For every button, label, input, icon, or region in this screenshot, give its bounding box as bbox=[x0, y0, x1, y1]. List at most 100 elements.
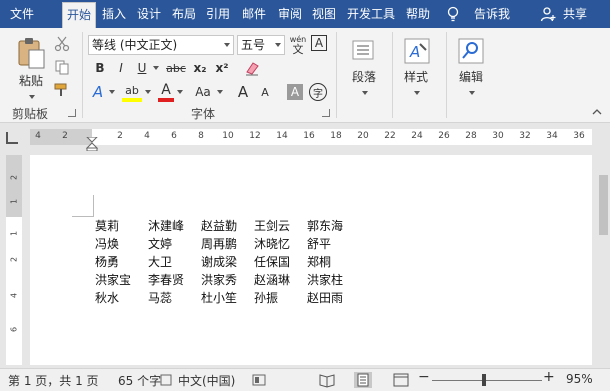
paste-dropdown[interactable] bbox=[14, 88, 48, 99]
tab-home[interactable]: 开始 bbox=[62, 2, 96, 28]
enclose-characters-button[interactable]: 字 bbox=[309, 83, 327, 101]
zoom-slider-thumb[interactable] bbox=[482, 374, 486, 386]
name-cell[interactable]: 王剑云 bbox=[254, 217, 307, 235]
collapse-ribbon-icon[interactable] bbox=[592, 108, 602, 116]
zoom-in-button[interactable]: + bbox=[543, 369, 555, 385]
indent-marker-icon[interactable] bbox=[86, 137, 98, 151]
paragraph-icon[interactable] bbox=[352, 40, 374, 60]
horizontal-ruler[interactable]: 4 2 2 4 6 8 10 12 14 16 18 20 22 24 26 2… bbox=[30, 129, 592, 151]
format-painter-icon[interactable] bbox=[54, 82, 70, 98]
language-indicator[interactable]: 中文(中国) bbox=[178, 372, 235, 389]
editing-dropdown[interactable] bbox=[453, 84, 489, 95]
name-cell[interactable]: 杨勇 bbox=[95, 253, 148, 271]
name-cell[interactable]: 沐建峰 bbox=[148, 217, 201, 235]
paste-button[interactable]: 粘贴 bbox=[14, 72, 48, 89]
name-cell[interactable]: 周再鹏 bbox=[201, 235, 254, 253]
name-cell[interactable]: 洪家宝 bbox=[95, 271, 148, 289]
name-cell[interactable]: 赵涵琳 bbox=[254, 271, 307, 289]
tab-selector-icon[interactable] bbox=[6, 132, 18, 144]
copy-icon[interactable] bbox=[54, 59, 70, 75]
paste-icon[interactable] bbox=[16, 36, 46, 70]
paragraph-button[interactable]: 段落 bbox=[346, 68, 382, 85]
page-count[interactable]: 第 1 页，共 1 页 bbox=[8, 372, 99, 389]
tab-view[interactable]: 视图 bbox=[308, 0, 340, 28]
highlight-dropdown[interactable] bbox=[142, 82, 152, 102]
tab-layout[interactable]: 布局 bbox=[168, 0, 200, 28]
name-cell[interactable]: 莫莉 bbox=[95, 217, 148, 235]
name-cell[interactable]: 马蕊 bbox=[148, 289, 201, 307]
styles-icon[interactable]: A bbox=[404, 38, 430, 64]
change-case-dropdown[interactable] bbox=[214, 82, 224, 102]
name-cell[interactable]: 郑桐 bbox=[307, 253, 360, 271]
scrollbar-thumb[interactable] bbox=[599, 175, 608, 235]
cut-icon[interactable] bbox=[54, 36, 70, 52]
zoom-percent[interactable]: 95% bbox=[566, 372, 593, 386]
bold-button[interactable]: B bbox=[92, 59, 108, 77]
subscript-button[interactable]: x₂ bbox=[191, 59, 209, 77]
zoom-slider[interactable] bbox=[432, 380, 542, 381]
underline-dropdown[interactable] bbox=[150, 59, 160, 77]
styles-button[interactable]: 样式 bbox=[398, 68, 434, 85]
name-cell[interactable]: 赵益勤 bbox=[201, 217, 254, 235]
name-cell[interactable]: 冯焕 bbox=[95, 235, 148, 253]
tab-mailings[interactable]: 邮件 bbox=[238, 0, 270, 28]
italic-button[interactable]: I bbox=[113, 59, 129, 77]
change-case-button[interactable]: Aa bbox=[192, 82, 214, 102]
tab-insert[interactable]: 插入 bbox=[98, 0, 130, 28]
name-cell[interactable]: 沐晓忆 bbox=[254, 235, 307, 253]
strikethrough-button[interactable]: abc bbox=[165, 59, 187, 77]
tab-design[interactable]: 设计 bbox=[134, 0, 164, 28]
share-person-icon[interactable] bbox=[540, 6, 556, 22]
search-icon[interactable] bbox=[458, 38, 484, 64]
clipboard-launcher-icon[interactable] bbox=[68, 109, 76, 117]
underline-button[interactable]: U bbox=[134, 59, 150, 77]
tab-developer[interactable]: 开发工具 bbox=[342, 0, 400, 28]
web-layout-icon[interactable] bbox=[392, 372, 410, 388]
zoom-out-button[interactable]: − bbox=[418, 369, 430, 385]
name-cell[interactable]: 大卫 bbox=[148, 253, 201, 271]
name-cell[interactable]: 秋水 bbox=[95, 289, 148, 307]
name-cell[interactable]: 郭东海 bbox=[307, 217, 360, 235]
text-effects-dropdown[interactable] bbox=[106, 82, 116, 102]
name-cell[interactable]: 孙振 bbox=[254, 289, 307, 307]
lightbulb-icon[interactable] bbox=[446, 6, 460, 22]
tell-me-search[interactable]: 告诉我 bbox=[468, 0, 516, 28]
macro-recording-icon[interactable] bbox=[252, 374, 266, 386]
name-cell[interactable]: 洪家秀 bbox=[201, 271, 254, 289]
share-button[interactable]: 共享 bbox=[558, 0, 592, 28]
read-mode-icon[interactable] bbox=[318, 372, 336, 388]
tab-review[interactable]: 审阅 bbox=[274, 0, 306, 28]
name-cell[interactable]: 赵田雨 bbox=[307, 289, 360, 307]
phonetic-guide-button[interactable]: wén 文 bbox=[287, 34, 309, 56]
font-launcher-icon[interactable] bbox=[322, 109, 330, 117]
editing-button[interactable]: 编辑 bbox=[453, 68, 489, 85]
print-layout-icon[interactable] bbox=[354, 372, 372, 388]
text-effects-button[interactable]: A bbox=[90, 82, 106, 102]
highlight-button[interactable]: ab bbox=[122, 82, 142, 102]
name-cell[interactable]: 李春贤 bbox=[148, 271, 201, 289]
char-shading-button[interactable]: A bbox=[287, 84, 303, 100]
grow-font-button[interactable]: A bbox=[234, 82, 252, 102]
font-color-button[interactable]: A bbox=[158, 82, 174, 102]
tab-file[interactable]: 文件 bbox=[2, 0, 42, 28]
shrink-font-button[interactable]: A bbox=[256, 82, 274, 102]
document-page[interactable]: 莫莉 沐建峰 赵益勤 王剑云 郭东海 冯焕 文婷 周再鹏 沐晓忆 舒平 杨勇 大… bbox=[30, 155, 592, 365]
font-size-combo[interactable]: 五号 bbox=[237, 35, 285, 55]
word-count[interactable]: 65 个字 bbox=[118, 372, 161, 389]
name-cell[interactable]: 文婷 bbox=[148, 235, 201, 253]
name-cell[interactable]: 任保国 bbox=[254, 253, 307, 271]
paragraph-dropdown[interactable] bbox=[346, 84, 382, 95]
name-cell[interactable]: 谢成梁 bbox=[201, 253, 254, 271]
tab-references[interactable]: 引用 bbox=[202, 0, 234, 28]
name-cell[interactable]: 舒平 bbox=[307, 235, 360, 253]
proofing-icon[interactable] bbox=[160, 374, 172, 386]
styles-dropdown[interactable] bbox=[398, 84, 434, 95]
font-color-dropdown[interactable] bbox=[174, 82, 184, 102]
char-border-button[interactable]: A bbox=[311, 35, 327, 51]
name-cell[interactable]: 洪家柱 bbox=[307, 271, 360, 289]
vertical-ruler[interactable]: 2 1 1 2 4 6 bbox=[6, 155, 22, 365]
font-name-combo[interactable]: 等线 (中文正文) bbox=[88, 35, 234, 55]
superscript-button[interactable]: x² bbox=[213, 59, 231, 77]
name-cell[interactable]: 杜小笙 bbox=[201, 289, 254, 307]
clear-formatting-icon[interactable] bbox=[244, 60, 260, 76]
